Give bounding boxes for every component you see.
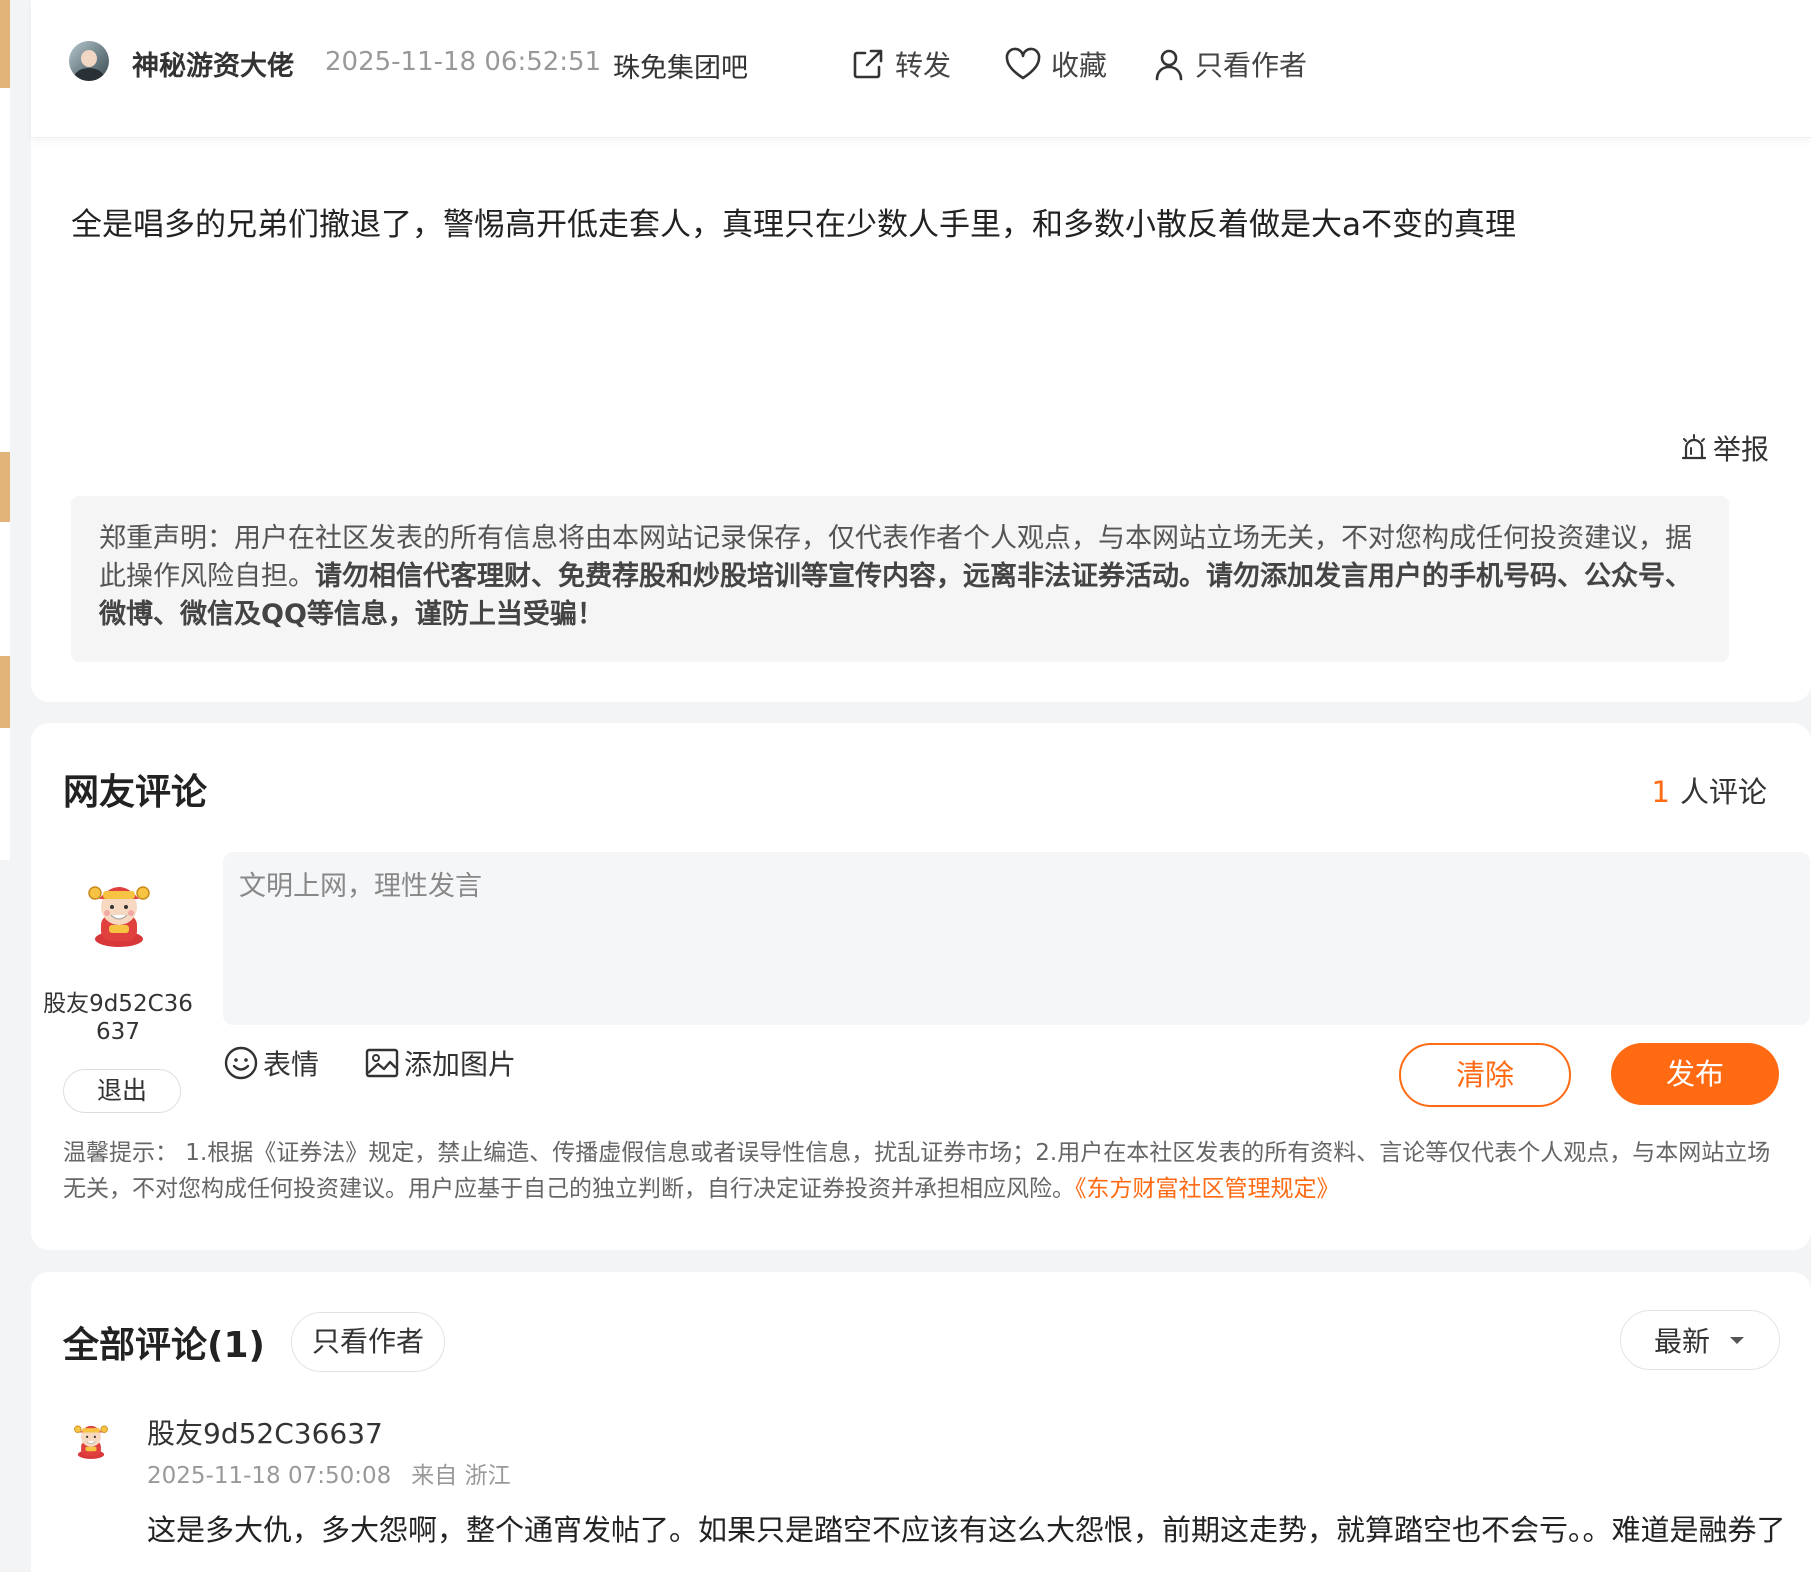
share-icon <box>853 49 883 79</box>
tips-text: 温馨提示： 1.根据《证券法》规定，禁止编造、传播虚假信息或者误导性信息，扰乱证… <box>63 1135 1783 1207</box>
left-edge-strip <box>0 0 10 860</box>
disclaimer-bold: 请勿相信代客理财、免费荐股和炒股培训等宣传内容，远离非法证券活动。请勿添加发言用… <box>99 561 1692 630</box>
author-name[interactable]: 神秘游资大佬 <box>132 44 294 83</box>
comment-user-avatar[interactable] <box>69 1416 113 1460</box>
report-button[interactable]: 举报 <box>1679 428 1769 468</box>
comment-count: 1 人评论 <box>1652 769 1767 811</box>
heart-icon <box>1005 47 1041 80</box>
smile-icon <box>224 1046 258 1080</box>
emoji-button[interactable]: 表情 <box>223 1043 319 1083</box>
all-comments-title: 全部评论(1) <box>63 1325 265 1366</box>
alarm-bell-icon <box>1681 434 1707 460</box>
comment-count-suffix: 人评论 <box>1679 775 1767 809</box>
share-button[interactable]: 转发 <box>851 44 951 84</box>
favorite-label: 收藏 <box>1051 49 1108 82</box>
current-user-name: 股友9d52C36637 <box>43 991 193 1045</box>
author-avatar[interactable] <box>69 41 109 81</box>
post-time: 2025-11-18 06:52:51 <box>325 47 602 77</box>
disclaimer-box: 郑重声明：用户在社区发表的所有信息将由本网站记录保存，仅代表作者个人观点，与本网… <box>71 496 1729 662</box>
comment-section-title: 网友评论 <box>63 772 208 813</box>
comment-time: 2025-11-18 07:50:08 <box>147 1463 392 1489</box>
image-icon <box>365 1048 399 1078</box>
clear-button[interactable]: 清除 <box>1399 1043 1571 1107</box>
post-content: 全是唱多的兄弟们撤退了，警惕高开低走套人，真理只在少数人手里，和多数小散反着做是… <box>71 207 1516 243</box>
comment-form-card: 网友评论 1 人评论 股友9d52C36637 退出 表情 <box>31 723 1811 1250</box>
tips-body: 温馨提示： 1.根据《证券法》规定，禁止编造、传播虚假信息或者误导性信息，扰乱证… <box>63 1140 1771 1202</box>
post-card: 神秘游资大佬 2025-11-18 06:52:51 珠免集团吧 转发 收藏 只… <box>31 0 1811 702</box>
logout-button[interactable]: 退出 <box>63 1069 181 1113</box>
comment-location: 来自 浙江 <box>411 1463 511 1489</box>
sort-dropdown[interactable]: 最新 <box>1620 1310 1780 1370</box>
sort-label: 最新 <box>1653 1325 1710 1358</box>
caishen-avatar[interactable] <box>79 869 159 949</box>
author-only-filter-button[interactable]: 只看作者 <box>291 1312 445 1372</box>
comment-meta: 2025-11-18 07:50:08 来自 浙江 <box>147 1456 511 1490</box>
comment-text: 这是多大仇，多大怨啊，整个通宵发帖了。如果只是踏空不应该有这么大怨恨，前期这走势… <box>147 1513 1786 1547</box>
person-icon <box>1155 49 1183 81</box>
emoji-label: 表情 <box>263 1048 320 1081</box>
comment-count-number: 1 <box>1651 775 1670 809</box>
post-bar-link[interactable]: 珠免集团吧 <box>613 46 748 85</box>
publish-button[interactable]: 发布 <box>1611 1043 1779 1105</box>
community-rules-link[interactable]: 《东方财富社区管理规定》 <box>1075 1176 1340 1202</box>
report-label: 举报 <box>1712 433 1769 466</box>
comment-input[interactable] <box>223 852 1810 1025</box>
comment-user-name[interactable]: 股友9d52C36637 <box>147 1412 383 1452</box>
add-image-label: 添加图片 <box>404 1048 517 1081</box>
post-header: 神秘游资大佬 2025-11-18 06:52:51 珠免集团吧 转发 收藏 只… <box>31 0 1811 138</box>
author-only-label: 只看作者 <box>1195 49 1308 82</box>
share-label: 转发 <box>895 49 952 82</box>
favorite-button[interactable]: 收藏 <box>1005 44 1107 84</box>
all-comments-card: 全部评论(1) 只看作者 最新 股友9d52C36637 2025-11-18 … <box>31 1272 1811 1572</box>
add-image-button[interactable]: 添加图片 <box>364 1043 516 1083</box>
caret-down-icon <box>1730 1337 1744 1344</box>
author-only-button[interactable]: 只看作者 <box>1153 44 1307 84</box>
